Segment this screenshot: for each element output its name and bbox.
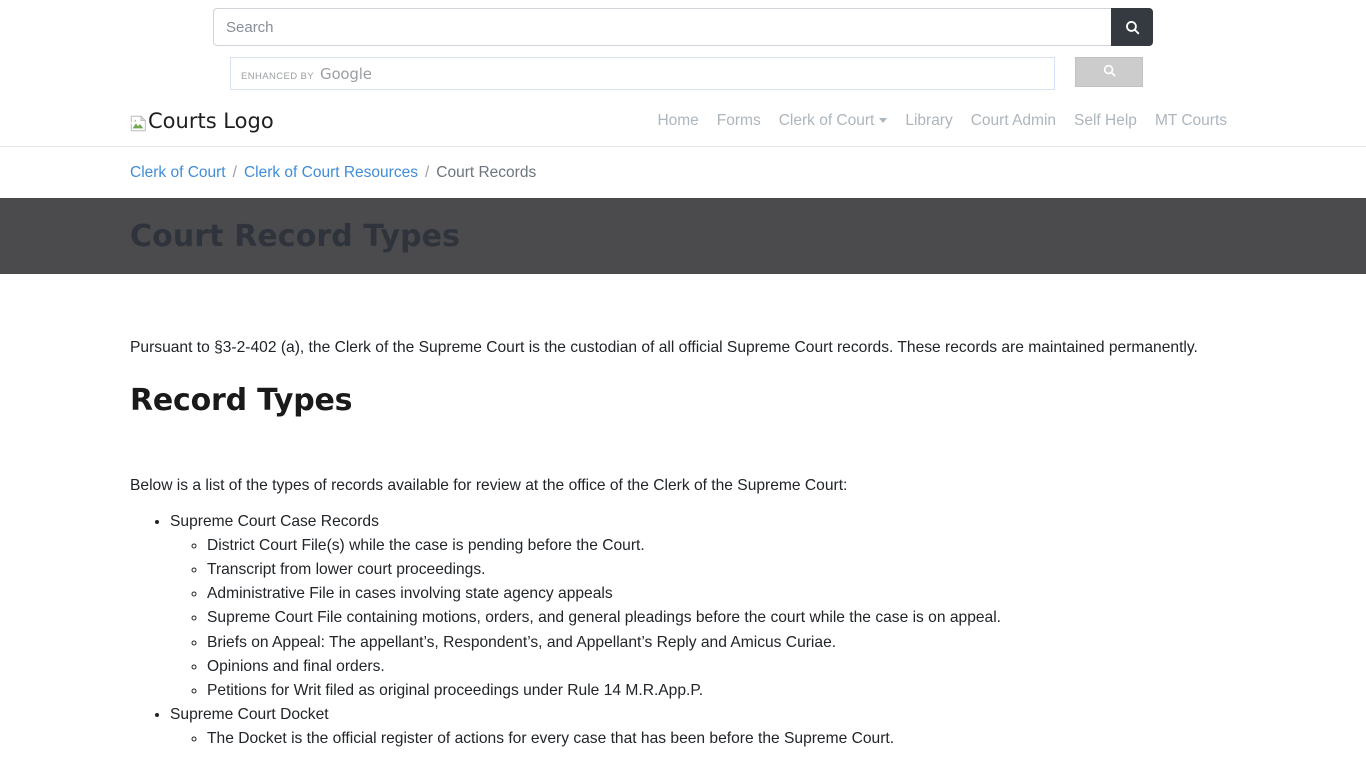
list-item: Petitions for Writ filed as original pro… [207, 679, 1236, 703]
nav-item-label: Self Help [1074, 112, 1137, 129]
breadcrumb-item-clerk-of-court-resources[interactable]: Clerk of Court Resources [244, 164, 418, 182]
record-types-list: Supreme Court Case Records District Cour… [130, 510, 1236, 752]
nav-item-forms[interactable]: Forms [708, 106, 770, 136]
search-icon [1102, 63, 1117, 81]
google-enhanced-label: ENHANCED BY [241, 70, 315, 82]
nav-item-label: Library [905, 112, 953, 129]
nav-item-mt-courts[interactable]: MT Courts [1146, 106, 1236, 136]
site-search-group [213, 8, 1153, 46]
main-navigation: Courts Logo Home Forms Clerk of Court Li… [130, 90, 1236, 146]
nav-item-library[interactable]: Library [896, 106, 961, 136]
nav-item-label: Court Admin [970, 112, 1057, 129]
nav-item-label: Forms [716, 112, 761, 129]
list-item: Briefs on Appeal: The appellant’s, Respo… [207, 631, 1236, 655]
google-custom-search-group: ENHANCED BY Google [213, 57, 1153, 90]
nav-item-home[interactable]: Home [648, 106, 707, 136]
breadcrumb-separator: / [424, 164, 430, 181]
chevron-down-icon [879, 118, 888, 123]
page-title-banner: Court Record Types [0, 198, 1366, 274]
list-item: Supreme Court Case Records District Cour… [170, 510, 1236, 703]
list-item-label: Supreme Court Case Records [170, 512, 379, 530]
breadcrumb-separator: / [232, 164, 237, 181]
section-heading-record-types: Record Types [130, 383, 353, 419]
lead-paragraph: Below is a list of the types of records … [130, 477, 848, 495]
nav-item-clerk-of-court[interactable]: Clerk of Court [770, 106, 897, 136]
google-wordmark: Google [320, 64, 372, 83]
page-title: Court Record Types [130, 218, 461, 254]
list-item: Supreme Court File containing motions, o… [207, 606, 1236, 630]
intro-paragraph: Pursuant to §3-2-402 (a), the Clerk of t… [130, 339, 1198, 356]
page-title-banner-inner: Court Record Types [130, 219, 1236, 254]
search-input[interactable] [213, 8, 1111, 46]
site-logo-alt-text: Courts Logo [148, 109, 274, 133]
list-item: Supreme Court Docket The Docket is the o… [170, 703, 1236, 751]
main-content: Pursuant to §3-2-402 (a), the Clerk of t… [130, 274, 1236, 751]
list-item: Opinions and final orders. [207, 655, 1236, 679]
broken-image-icon [130, 113, 147, 131]
list-item: Administrative File in cases involving s… [207, 582, 1236, 606]
nav-item-self-help[interactable]: Self Help [1065, 106, 1146, 136]
google-branding: ENHANCED BY Google [241, 65, 372, 83]
breadcrumb-region: Clerk of Court / Clerk of Court Resource… [130, 147, 1236, 198]
nav-item-label: Clerk of Court [778, 112, 875, 129]
nav-item-label: Home [657, 112, 699, 129]
list-item: Transcript from lower court proceedings. [207, 558, 1236, 582]
list-item: District Court File(s) while the case is… [207, 534, 1236, 558]
nav-links: Home Forms Clerk of Court Library Court … [648, 106, 1236, 136]
google-search-submit-button[interactable] [1075, 57, 1143, 87]
record-types-sublist: The Docket is the official register of a… [170, 727, 1236, 751]
list-item: The Docket is the official register of a… [207, 727, 1236, 751]
top-search-bar: ENHANCED BY Google [0, 0, 1366, 90]
record-types-sublist: District Court File(s) while the case is… [170, 534, 1236, 703]
breadcrumb-item-court-records: Court Records [436, 164, 537, 181]
google-search-input[interactable]: ENHANCED BY Google [230, 57, 1055, 90]
nav-item-court-admin[interactable]: Court Admin [962, 106, 1065, 136]
list-item-label: Supreme Court Docket [170, 706, 329, 724]
breadcrumb-item-clerk-of-court[interactable]: Clerk of Court [130, 164, 226, 182]
search-submit-button[interactable] [1111, 8, 1153, 46]
search-icon [1124, 19, 1141, 36]
nav-item-label: MT Courts [1154, 112, 1227, 129]
breadcrumb: Clerk of Court / Clerk of Court Resource… [130, 164, 1236, 182]
site-logo-link[interactable]: Courts Logo [130, 109, 274, 133]
site-header: Courts Logo Home Forms Clerk of Court Li… [0, 90, 1366, 147]
